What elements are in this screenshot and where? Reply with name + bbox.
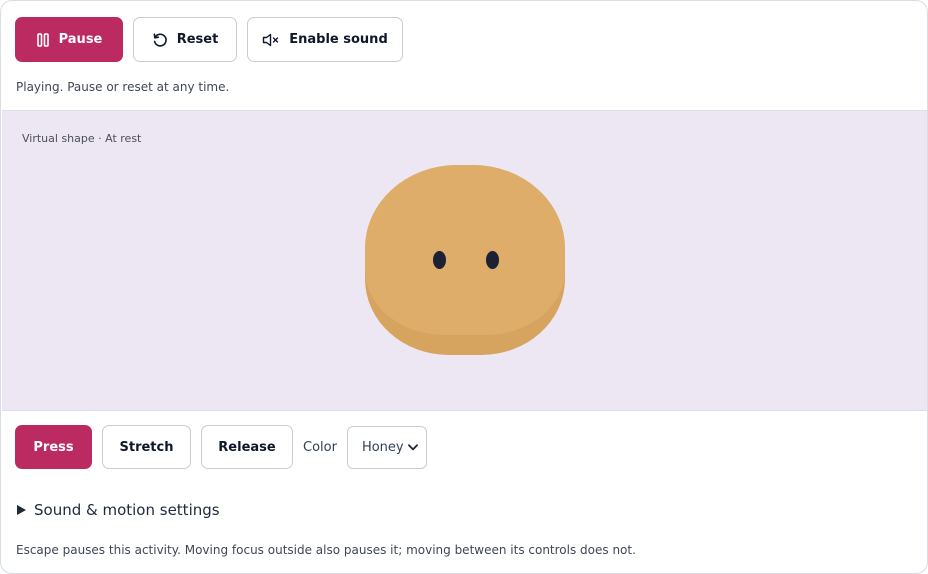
stretch-button[interactable]: Stretch: [102, 425, 191, 469]
reset-label: Reset: [176, 32, 219, 47]
color-select-value: Honey: [361, 439, 404, 455]
shape-left-eye: [433, 251, 446, 269]
stage-caption: Virtual shape · At rest: [22, 132, 142, 145]
action-toolbar: Press Stretch Release Color Honey: [15, 425, 427, 469]
virtual-shape-highlight: [365, 165, 565, 335]
reset-icon: [152, 32, 168, 48]
shape-stage[interactable]: Virtual shape · At rest: [2, 110, 927, 411]
release-label: Release: [218, 439, 276, 455]
virtual-shape[interactable]: [365, 165, 565, 355]
shape-right-eye: [486, 251, 499, 269]
pause-button[interactable]: Pause: [15, 17, 123, 62]
color-select[interactable]: Honey: [346, 425, 427, 469]
stretch-label: Stretch: [119, 439, 174, 455]
sound-muted-icon: [262, 33, 280, 47]
press-label: Press: [33, 439, 74, 455]
enable-sound-label: Enable sound: [289, 32, 388, 47]
activity-panel: Pause Reset Enable sound Playing. Pause …: [0, 0, 928, 574]
status-text: Playing. Pause or reset at any time.: [16, 80, 230, 94]
help-text: Escape pauses this activity. Moving focu…: [16, 543, 636, 557]
release-button[interactable]: Release: [201, 425, 293, 469]
color-label: Color: [303, 439, 337, 455]
top-toolbar: Pause Reset Enable sound: [15, 17, 403, 62]
chevron-down-icon: [408, 443, 418, 451]
pause-icon: [36, 32, 50, 47]
enable-sound-button[interactable]: Enable sound: [247, 17, 403, 62]
settings-summary-label: Sound & motion settings: [34, 501, 220, 519]
reset-button[interactable]: Reset: [133, 17, 237, 62]
press-button[interactable]: Press: [15, 425, 92, 469]
disclosure-triangle-icon: [17, 505, 26, 515]
pause-label: Pause: [58, 32, 103, 47]
settings-disclosure[interactable]: Sound & motion settings: [17, 501, 220, 519]
